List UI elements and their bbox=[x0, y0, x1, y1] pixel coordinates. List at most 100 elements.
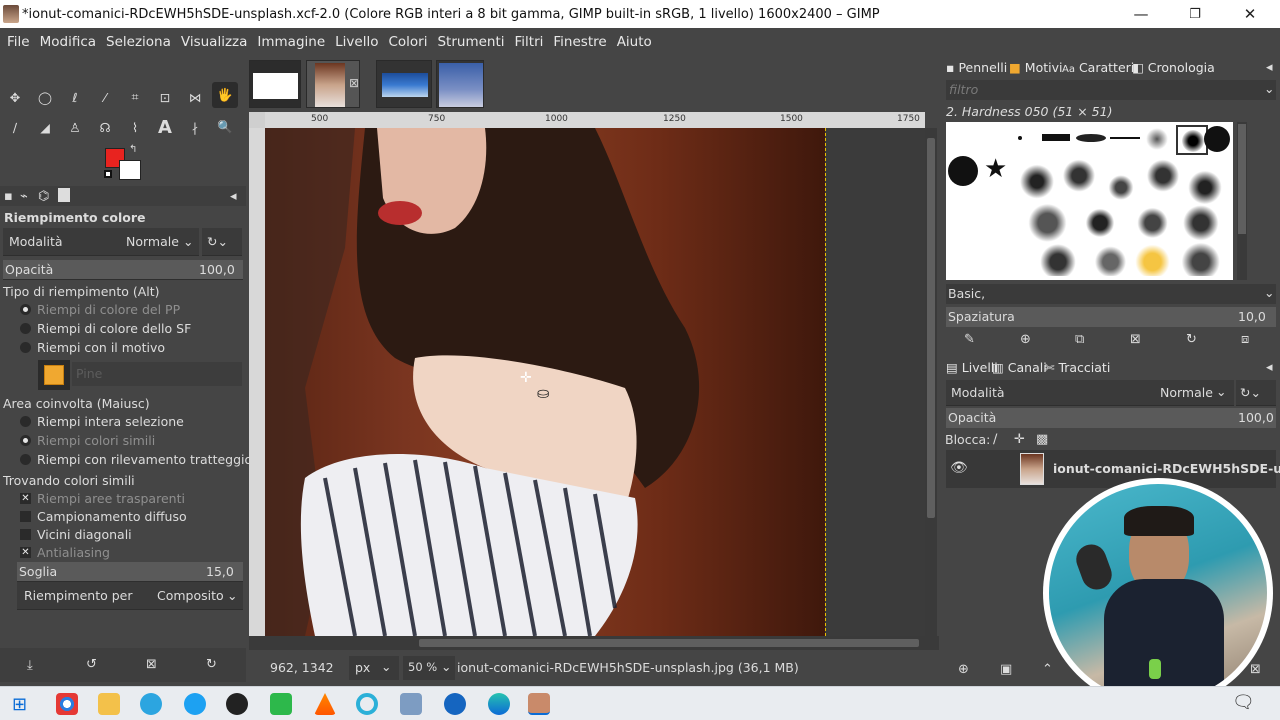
image-tab-3[interactable] bbox=[376, 60, 432, 108]
ellipse-select-icon[interactable]: ◯ bbox=[32, 84, 58, 110]
brush-grid[interactable]: ★ bbox=[946, 122, 1233, 280]
brush-dot[interactable] bbox=[1018, 136, 1022, 140]
layer-mode-reset[interactable]: ↻⌄ bbox=[1236, 380, 1276, 406]
maximize-button[interactable]: ❐ bbox=[1172, 0, 1218, 28]
layer-row[interactable]: 👁 ionut-comanici-RDcEWH5hSDE-un bbox=[946, 450, 1280, 488]
crop-icon[interactable]: ⌗ bbox=[122, 84, 148, 110]
smudge-icon[interactable]: ☊ bbox=[92, 114, 118, 140]
text-tool-icon[interactable]: A bbox=[152, 114, 178, 140]
brush-line[interactable] bbox=[1110, 137, 1140, 139]
notification-icon[interactable]: 🗨 bbox=[1232, 692, 1255, 713]
brush-bar[interactable] bbox=[1042, 134, 1070, 141]
gimp-taskbar-icon[interactable] bbox=[528, 693, 550, 715]
menu-seleziona[interactable]: Seleziona bbox=[106, 34, 171, 50]
menu-strumenti[interactable]: Strumenti bbox=[437, 34, 504, 50]
reset-options-icon[interactable]: ↻ bbox=[206, 657, 217, 672]
warp-icon[interactable]: ⋈ bbox=[182, 84, 208, 110]
open-brush-image-icon[interactable]: ⧈ bbox=[1241, 332, 1249, 347]
streamdeck-icon[interactable] bbox=[270, 693, 292, 715]
threshold-slider[interactable]: Soglia 15,0 bbox=[17, 562, 243, 582]
brush-tag-input[interactable]: Basic, ⌄ bbox=[946, 284, 1276, 304]
menu-modifica[interactable]: Modifica bbox=[40, 34, 96, 50]
tab-caratteri[interactable]: Aa Caratteri bbox=[1062, 60, 1134, 75]
mode-select[interactable]: Modalità Normale ⌄ bbox=[3, 228, 199, 256]
transform-icon[interactable]: ⊡ bbox=[152, 84, 178, 110]
delete-layer-icon[interactable]: ⊠ bbox=[1250, 662, 1261, 677]
spacing-slider[interactable]: Spaziatura 10,0 bbox=[946, 307, 1276, 327]
menu-visualizza[interactable]: Visualizza bbox=[181, 34, 248, 50]
image-tab-2[interactable]: ⊠ bbox=[306, 60, 360, 108]
menu-livello[interactable]: Livello bbox=[335, 34, 378, 50]
zoom-icon[interactable]: 🔍 bbox=[212, 114, 238, 140]
visibility-eye-icon[interactable]: 👁 bbox=[950, 460, 968, 476]
windows-start-icon[interactable]: ⊞ bbox=[12, 694, 27, 715]
brush-hard-large[interactable] bbox=[1204, 126, 1230, 152]
vertical-scrollbar[interactable] bbox=[925, 128, 937, 636]
save-options-icon[interactable]: ⤓ bbox=[27, 658, 33, 673]
opacity-slider[interactable]: Opacità 100,0 bbox=[3, 260, 243, 280]
bucket-fill-icon[interactable]: 🖐 bbox=[212, 82, 238, 108]
duplicate-brush-icon[interactable]: ⧉ bbox=[1075, 332, 1084, 347]
new-layer-group-icon[interactable]: ▣ bbox=[1000, 662, 1012, 677]
raise-layer-icon[interactable]: ⌃ bbox=[1042, 662, 1053, 677]
lock-position-icon[interactable]: ✛ bbox=[1014, 432, 1025, 447]
panel-menu-icon[interactable]: ◂ bbox=[1266, 60, 1273, 75]
brush-round[interactable] bbox=[948, 156, 978, 186]
edit-brush-icon[interactable]: ✎ bbox=[964, 332, 975, 347]
device-status-tab-icon[interactable]: ⌁ bbox=[20, 189, 28, 204]
sample-merged-checkbox[interactable] bbox=[20, 511, 31, 522]
move-tool-icon[interactable]: ✥ bbox=[2, 84, 28, 110]
undo-history-tab-icon[interactable]: ⌬ bbox=[38, 189, 49, 204]
diagonal-neighbors-checkbox[interactable] bbox=[20, 529, 31, 540]
pattern-name-field[interactable]: Pine bbox=[72, 362, 242, 386]
fuzzy-select-icon[interactable]: ⁄ bbox=[92, 84, 118, 110]
brush-star[interactable]: ★ bbox=[984, 154, 1007, 184]
menu-colori[interactable]: Colori bbox=[388, 34, 427, 50]
clone-icon[interactable]: ♙ bbox=[62, 114, 88, 140]
paths-icon[interactable]: ⌇ bbox=[122, 114, 148, 140]
antialiasing-checkbox[interactable]: ✕ bbox=[20, 547, 31, 558]
telegram-icon[interactable] bbox=[140, 693, 162, 715]
fill-bg-radio[interactable] bbox=[20, 323, 31, 334]
background-color-swatch[interactable] bbox=[119, 160, 141, 180]
new-brush-icon[interactable]: ⊕ bbox=[1020, 332, 1031, 347]
images-tab-icon[interactable] bbox=[58, 188, 70, 202]
panel-menu-icon[interactable]: ◂ bbox=[1266, 360, 1273, 375]
tab-livelli[interactable]: ▤ Livelli bbox=[946, 360, 998, 375]
brush-ellipse[interactable] bbox=[1076, 134, 1106, 142]
menu-finestre[interactable]: Finestre bbox=[553, 34, 606, 50]
layer-opacity-slider[interactable]: Opacità 100,0 bbox=[946, 408, 1276, 428]
edge-icon[interactable] bbox=[488, 693, 510, 715]
brush-scroll-thumb[interactable] bbox=[1238, 124, 1246, 234]
mode-reset-button[interactable]: ↻⌄ bbox=[202, 228, 242, 256]
area-selection-radio[interactable] bbox=[20, 416, 31, 427]
minimize-button[interactable]: — bbox=[1118, 0, 1164, 28]
menu-immagine[interactable]: Immagine bbox=[257, 34, 325, 50]
tab-cronologia[interactable]: ◧ Cronologia bbox=[1132, 60, 1215, 75]
area-similar-radio[interactable] bbox=[20, 435, 31, 446]
pattern-preview[interactable] bbox=[38, 360, 70, 390]
tab-pennelli[interactable]: ▪ Pennelli bbox=[946, 60, 1007, 75]
paintbrush-icon[interactable]: ∕ bbox=[2, 114, 28, 140]
horizontal-scroll-thumb[interactable] bbox=[419, 639, 919, 647]
fill-transparent-checkbox[interactable]: ✕ bbox=[20, 493, 31, 504]
image-tab-1[interactable] bbox=[249, 60, 301, 108]
color-picker-icon[interactable]: ∤ bbox=[182, 114, 208, 140]
panel-menu-icon[interactable]: ◂ bbox=[230, 189, 237, 204]
headphones-app-icon[interactable] bbox=[444, 693, 466, 715]
area-lineart-radio[interactable] bbox=[20, 454, 31, 465]
skype-icon[interactable] bbox=[184, 693, 206, 715]
tab-motivi[interactable]: ■ Motivi bbox=[1009, 60, 1062, 75]
eraser-icon[interactable]: ◢ bbox=[32, 114, 58, 140]
brush-filter-input[interactable]: filtro ⌄ bbox=[946, 80, 1276, 100]
layer-mode-select[interactable]: Modalità Normale ⌄ bbox=[946, 380, 1234, 406]
lock-alpha-icon[interactable]: ▩ bbox=[1036, 432, 1048, 447]
ruler-corner[interactable] bbox=[249, 112, 265, 128]
vertical-scroll-thumb[interactable] bbox=[927, 138, 935, 518]
close-button[interactable]: ✕ bbox=[1227, 0, 1273, 28]
image-viewer-icon[interactable] bbox=[400, 693, 422, 715]
brush-texture-set[interactable] bbox=[1016, 158, 1226, 276]
tab-canali[interactable]: ▥ Canali bbox=[992, 360, 1047, 375]
menu-filtri[interactable]: Filtri bbox=[515, 34, 544, 50]
fill-by-select[interactable]: Riempimento per Composito ⌄ bbox=[17, 582, 243, 610]
